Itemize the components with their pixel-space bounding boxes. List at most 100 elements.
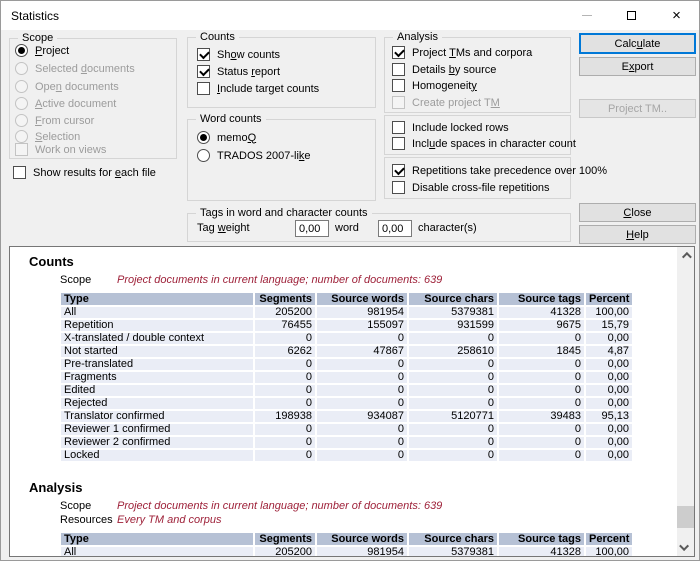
checkbox-show-counts-label: Show counts — [217, 48, 280, 62]
cell-segments: 0 — [255, 359, 315, 370]
counts-table-row: Not started 6262 47867 258610 1845 4,87 — [61, 346, 632, 357]
cell-percent: 95,13 — [586, 411, 632, 422]
cell-source-words: 0 — [317, 450, 407, 461]
radio-icon — [197, 149, 210, 162]
radio-active-document: Active document — [15, 96, 116, 111]
checkbox-repetitions-precedence[interactable]: Repetitions take precedence over 100% — [392, 163, 607, 178]
counts-table-row: Reviewer 2 confirmed 0 0 0 0 0,00 — [61, 437, 632, 448]
cell-type: X-translated / double context — [61, 333, 253, 344]
cell-percent: 4,87 — [586, 346, 632, 357]
checkbox-show-results-each-file[interactable]: Show results for each file — [13, 165, 156, 180]
cell-source-words: 0 — [317, 398, 407, 409]
cell-source-words: 0 — [317, 424, 407, 435]
cell-segments: 76455 — [255, 320, 315, 331]
counts-table-row: Fragments 0 0 0 0 0,00 — [61, 372, 632, 383]
cell-source-chars: 5379381 — [409, 307, 497, 318]
checkbox-icon — [392, 96, 405, 109]
radio-memoq-label: memoQ — [217, 131, 256, 145]
cell-source-words: 47867 — [317, 346, 407, 357]
cell-segments: 0 — [255, 398, 315, 409]
cell-segments: 198938 — [255, 411, 315, 422]
cell-source-words: 0 — [317, 333, 407, 344]
scrollbar-thumb[interactable] — [677, 506, 694, 528]
checkbox-include-spaces[interactable]: Include spaces in character count — [392, 136, 576, 151]
scroll-down-button[interactable] — [677, 539, 694, 556]
radio-trados-2007-like[interactable]: TRADOS 2007-like — [197, 148, 311, 163]
calculate-button[interactable]: Calculate — [579, 33, 696, 54]
cell-segments: 0 — [255, 385, 315, 396]
radio-selected-documents-label: Selected documents — [35, 62, 135, 76]
column-header-source-words: Source words — [317, 533, 407, 545]
cell-source-words: 934087 — [317, 411, 407, 422]
statistics-dialog: Statistics × Scope Project Selected docu… — [0, 0, 700, 561]
radio-project-label: Project — [35, 44, 69, 58]
cell-segments: 0 — [255, 450, 315, 461]
checkbox-repetitions-precedence-label: Repetitions take precedence over 100% — [412, 164, 607, 178]
chevron-down-icon — [679, 541, 689, 551]
checkbox-details-by-source[interactable]: Details by source — [392, 62, 496, 77]
radio-project[interactable]: Project — [15, 43, 69, 58]
checkbox-status-report-label: Status report — [217, 65, 280, 79]
cell-percent: 100,00 — [586, 307, 632, 318]
checkbox-project-tms-corpora-label: Project TMs and corpora — [412, 46, 532, 60]
cell-source-words: 0 — [317, 372, 407, 383]
tags-group-label: Tags in word and character counts — [196, 207, 372, 219]
cell-source-words: 155097 — [317, 320, 407, 331]
cell-percent: 0,00 — [586, 359, 632, 370]
counts-scope-label: Scope — [60, 274, 117, 286]
checkbox-include-target-counts-label: Include target counts — [217, 82, 319, 96]
tag-weight-char-input[interactable] — [378, 220, 412, 237]
checkbox-disable-crossfile-repetitions-label: Disable cross-file repetitions — [412, 181, 550, 195]
tag-weight-word-input[interactable] — [295, 220, 329, 237]
checkbox-include-target-counts[interactable]: Include target counts — [197, 81, 319, 96]
cell-segments: 0 — [255, 333, 315, 344]
radio-from-cursor: From cursor — [15, 113, 94, 128]
counts-section-heading: Counts — [29, 255, 694, 269]
cell-segments: 0 — [255, 372, 315, 383]
maximize-icon — [627, 11, 636, 20]
cell-source-chars: 258610 — [409, 346, 497, 357]
radio-memoq[interactable]: memoQ — [197, 130, 256, 145]
tag-weight-label: Tag weight — [197, 222, 250, 234]
checkbox-disable-crossfile-repetitions[interactable]: Disable cross-file repetitions — [392, 180, 550, 195]
calculate-button-label: Calculate — [615, 38, 661, 50]
cell-percent: 0,00 — [586, 372, 632, 383]
analysis-table-header: Type Segments Source words Source chars … — [61, 533, 632, 545]
project-tm-button-label: Project TM.. — [608, 103, 667, 115]
radio-active-document-label: Active document — [35, 97, 116, 111]
close-button[interactable]: × — [654, 1, 699, 30]
minimize-button — [564, 1, 609, 30]
scroll-up-button[interactable] — [677, 247, 694, 264]
cell-type: Rejected — [61, 398, 253, 409]
radio-icon — [15, 80, 28, 93]
counts-scope-row: Scope Project documents in current langu… — [60, 274, 694, 286]
maximize-button[interactable] — [609, 1, 654, 30]
radio-open-documents-label: Open documents — [35, 80, 119, 94]
export-button[interactable]: Export — [579, 57, 696, 76]
radio-open-documents: Open documents — [15, 79, 119, 94]
analysis-resources-label: Resources — [60, 514, 117, 526]
checkbox-show-counts[interactable]: Show counts — [197, 47, 280, 62]
analysis-resources-value: Every TM and corpus — [117, 514, 222, 526]
vertical-scrollbar[interactable] — [677, 247, 694, 556]
checkbox-icon — [392, 164, 405, 177]
checkbox-homogeneity[interactable]: Homogeneity — [392, 78, 477, 93]
checkbox-icon — [392, 63, 405, 76]
radio-icon — [197, 131, 210, 144]
results-panel: Counts Scope Project documents in curren… — [9, 246, 695, 557]
cell-source-tags: 41328 — [499, 307, 584, 318]
project-tm-button: Project TM.. — [579, 99, 696, 118]
checkbox-icon — [392, 46, 405, 59]
column-header-source-chars: Source chars — [409, 533, 497, 545]
close-icon: × — [672, 1, 681, 30]
help-button[interactable]: Help — [579, 225, 696, 244]
analysis-group-label: Analysis — [393, 31, 442, 43]
results-content: Counts Scope Project documents in curren… — [10, 247, 694, 557]
checkbox-include-locked-rows[interactable]: Include locked rows — [392, 120, 509, 135]
counts-table-row: Translator confirmed 198938 934087 51207… — [61, 411, 632, 422]
checkbox-icon — [392, 181, 405, 194]
checkbox-status-report[interactable]: Status report — [197, 64, 280, 79]
analysis-table-row: All 205200 981954 5379381 41328 100,00 — [61, 547, 632, 557]
close-dialog-button[interactable]: Close — [579, 203, 696, 222]
checkbox-project-tms-corpora[interactable]: Project TMs and corpora — [392, 45, 532, 60]
